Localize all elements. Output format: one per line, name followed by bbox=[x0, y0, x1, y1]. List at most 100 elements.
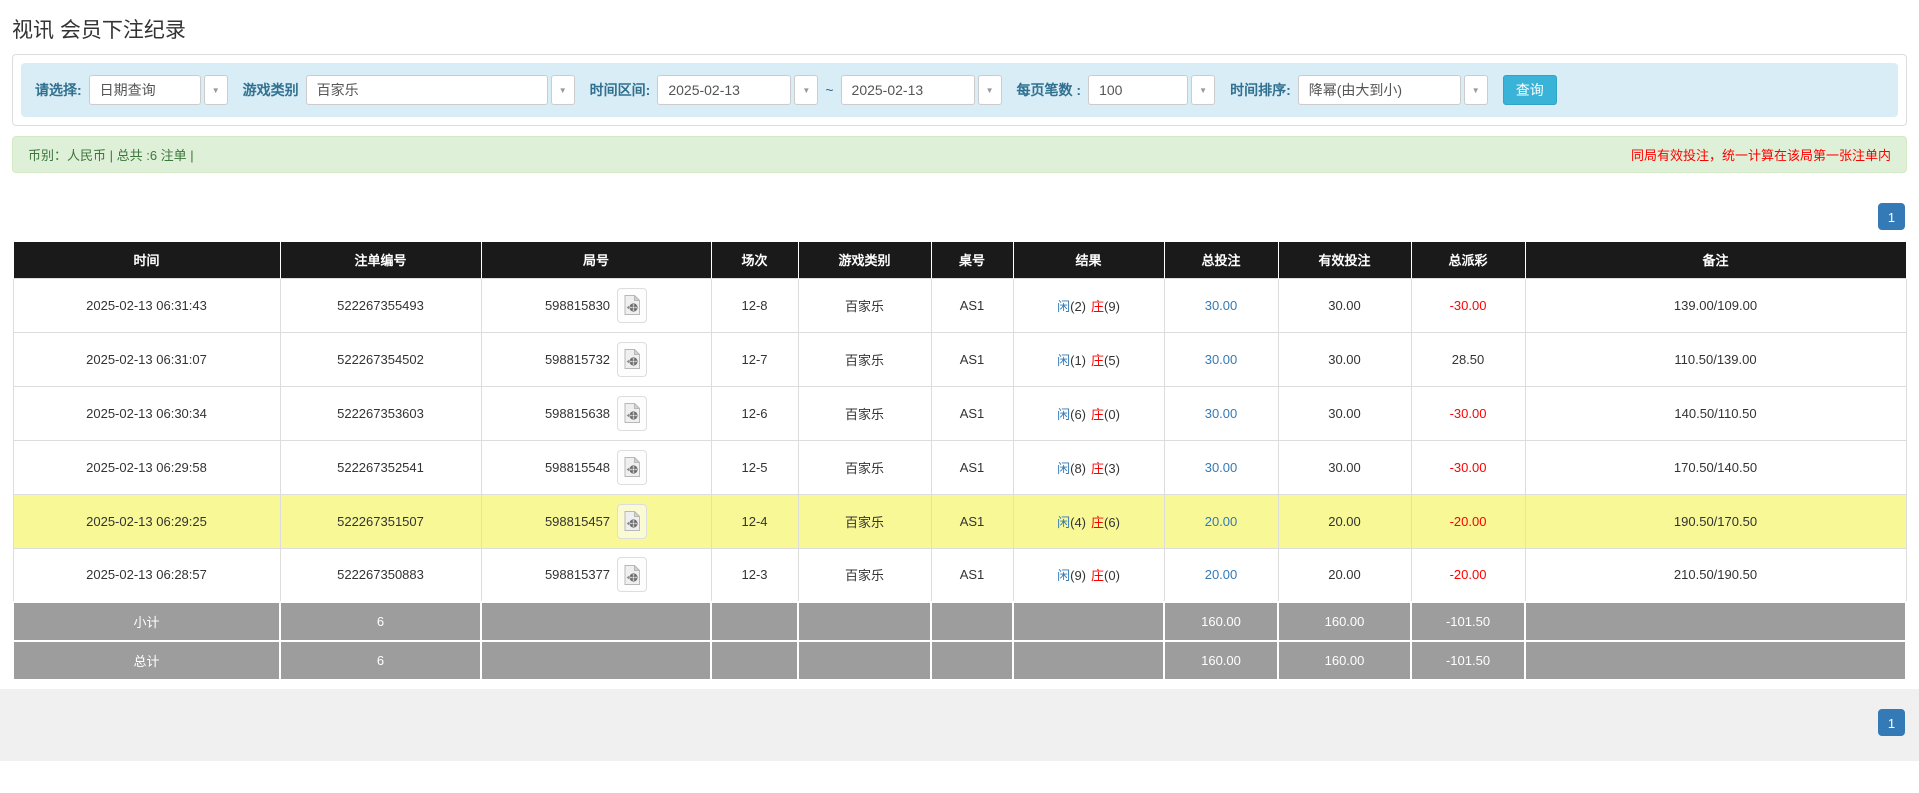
cell-game-type: 百家乐 bbox=[798, 332, 931, 386]
cell-result: 闲(9)庄(0) bbox=[1013, 548, 1164, 602]
cell-result: 闲(6)庄(0) bbox=[1013, 386, 1164, 440]
subtotal-payout: -101.50 bbox=[1411, 602, 1525, 641]
table-row: 2025-02-13 06:31:43 522267355493 5988158… bbox=[13, 278, 1906, 332]
chevron-down-icon[interactable]: ▼ bbox=[1191, 75, 1215, 105]
cell-time: 2025-02-13 06:30:34 bbox=[13, 386, 280, 440]
chevron-down-icon[interactable]: ▼ bbox=[978, 75, 1002, 105]
sort-order-select[interactable]: 降幂(由大到小) ▼ bbox=[1298, 75, 1488, 105]
subtotal-total-bet: 160.00 bbox=[1164, 602, 1278, 641]
cell-valid-bet: 20.00 bbox=[1278, 548, 1411, 602]
cell-total-bet[interactable]: 20.00 bbox=[1164, 548, 1278, 602]
cell-total-bet[interactable]: 30.00 bbox=[1164, 386, 1278, 440]
cell-bet-id: 522267355493 bbox=[280, 278, 481, 332]
search-button[interactable]: 查询 bbox=[1503, 75, 1557, 105]
cell-valid-bet: 30.00 bbox=[1278, 440, 1411, 494]
page-size-value: 100 bbox=[1088, 75, 1188, 105]
page-1-button[interactable]: 1 bbox=[1878, 203, 1905, 230]
cell-result: 闲(2)庄(9) bbox=[1013, 278, 1164, 332]
game-type-label: 游戏类别 bbox=[243, 80, 299, 100]
cell-round-id: 598815377 bbox=[481, 548, 711, 602]
cell-payout: -20.00 bbox=[1411, 548, 1525, 602]
cell-round-id: 598815457 bbox=[481, 494, 711, 548]
date-to-picker[interactable]: 2025-02-13 ▼ bbox=[841, 75, 1002, 105]
subtotal-row: 小计 6 160.00 160.00 -101.50 bbox=[13, 602, 1906, 641]
video-replay-button[interactable] bbox=[617, 288, 647, 323]
cell-total-bet[interactable]: 30.00 bbox=[1164, 278, 1278, 332]
cell-session: 12-5 bbox=[711, 440, 798, 494]
column-header: 结果 bbox=[1013, 242, 1164, 278]
column-header: 备注 bbox=[1525, 242, 1906, 278]
column-header: 有效投注 bbox=[1278, 242, 1411, 278]
video-file-icon bbox=[624, 349, 640, 369]
table-row: 2025-02-13 06:29:58 522267352541 5988155… bbox=[13, 440, 1906, 494]
pagination-bottom: 1 bbox=[0, 689, 1919, 761]
query-type-select[interactable]: 日期查询 ▼ bbox=[89, 75, 228, 105]
pagination-top: 1 bbox=[14, 203, 1905, 230]
chevron-down-icon[interactable]: ▼ bbox=[551, 75, 575, 105]
page-1-button[interactable]: 1 bbox=[1878, 709, 1905, 736]
video-replay-button[interactable] bbox=[617, 557, 647, 592]
subtotal-count: 6 bbox=[280, 602, 481, 641]
total-label: 总计 bbox=[13, 641, 280, 680]
cell-result: 闲(4)庄(6) bbox=[1013, 494, 1164, 548]
query-type-value: 日期查询 bbox=[89, 75, 201, 105]
page-size-label: 每页笔数 : bbox=[1017, 80, 1082, 100]
column-header: 总投注 bbox=[1164, 242, 1278, 278]
cell-payout: 28.50 bbox=[1411, 332, 1525, 386]
column-header: 注单编号 bbox=[280, 242, 481, 278]
cell-round-id: 598815548 bbox=[481, 440, 711, 494]
total-total-bet: 160.00 bbox=[1164, 641, 1278, 680]
cell-table-no: AS1 bbox=[931, 494, 1013, 548]
cell-valid-bet: 30.00 bbox=[1278, 332, 1411, 386]
date-to-value: 2025-02-13 bbox=[841, 75, 975, 105]
column-header: 游戏类别 bbox=[798, 242, 931, 278]
total-payout: -101.50 bbox=[1411, 641, 1525, 680]
cell-payout: -30.00 bbox=[1411, 440, 1525, 494]
cell-remark: 139.00/109.00 bbox=[1525, 278, 1906, 332]
video-replay-button[interactable] bbox=[617, 450, 647, 485]
chevron-down-icon[interactable]: ▼ bbox=[204, 75, 228, 105]
cell-table-no: AS1 bbox=[931, 548, 1013, 602]
total-valid-bet: 160.00 bbox=[1278, 641, 1411, 680]
filter-panel: 请选择: 日期查询 ▼ 游戏类别 百家乐 ▼ 时间区间: 2025-02-13 … bbox=[12, 54, 1907, 126]
video-file-icon bbox=[624, 295, 640, 315]
video-file-icon bbox=[624, 457, 640, 477]
cell-game-type: 百家乐 bbox=[798, 440, 931, 494]
date-from-picker[interactable]: 2025-02-13 ▼ bbox=[657, 75, 818, 105]
cell-valid-bet: 30.00 bbox=[1278, 278, 1411, 332]
video-replay-button[interactable] bbox=[617, 342, 647, 377]
table-row: 2025-02-13 06:29:25 522267351507 5988154… bbox=[13, 494, 1906, 548]
video-file-icon bbox=[624, 403, 640, 423]
cell-bet-id: 522267353603 bbox=[280, 386, 481, 440]
tilde-separator: ~ bbox=[825, 82, 833, 98]
video-file-icon bbox=[624, 565, 640, 585]
video-replay-button[interactable] bbox=[617, 396, 647, 431]
subtotal-label: 小计 bbox=[13, 602, 280, 641]
video-replay-button[interactable] bbox=[617, 504, 647, 539]
cell-time: 2025-02-13 06:31:07 bbox=[13, 332, 280, 386]
cell-table-no: AS1 bbox=[931, 332, 1013, 386]
cell-payout: -20.00 bbox=[1411, 494, 1525, 548]
cell-total-bet[interactable]: 30.00 bbox=[1164, 440, 1278, 494]
sort-order-value: 降幂(由大到小) bbox=[1298, 75, 1461, 105]
column-header: 桌号 bbox=[931, 242, 1013, 278]
cell-total-bet[interactable]: 30.00 bbox=[1164, 332, 1278, 386]
cell-time: 2025-02-13 06:31:43 bbox=[13, 278, 280, 332]
cell-remark: 190.50/170.50 bbox=[1525, 494, 1906, 548]
table-row: 2025-02-13 06:30:34 522267353603 5988156… bbox=[13, 386, 1906, 440]
cell-total-bet[interactable]: 20.00 bbox=[1164, 494, 1278, 548]
subtotal-valid-bet: 160.00 bbox=[1278, 602, 1411, 641]
chevron-down-icon[interactable]: ▼ bbox=[794, 75, 818, 105]
cell-game-type: 百家乐 bbox=[798, 548, 931, 602]
filter-bar: 请选择: 日期查询 ▼ 游戏类别 百家乐 ▼ 时间区间: 2025-02-13 … bbox=[21, 63, 1898, 117]
cell-game-type: 百家乐 bbox=[798, 494, 931, 548]
page-size-select[interactable]: 100 ▼ bbox=[1088, 75, 1215, 105]
sort-order-label: 时间排序: bbox=[1230, 80, 1291, 100]
game-type-select[interactable]: 百家乐 ▼ bbox=[306, 75, 575, 105]
chevron-down-icon[interactable]: ▼ bbox=[1464, 75, 1488, 105]
total-row: 总计 6 160.00 160.00 -101.50 bbox=[13, 641, 1906, 680]
cell-valid-bet: 20.00 bbox=[1278, 494, 1411, 548]
cell-session: 12-8 bbox=[711, 278, 798, 332]
cell-remark: 140.50/110.50 bbox=[1525, 386, 1906, 440]
cell-time: 2025-02-13 06:28:57 bbox=[13, 548, 280, 602]
